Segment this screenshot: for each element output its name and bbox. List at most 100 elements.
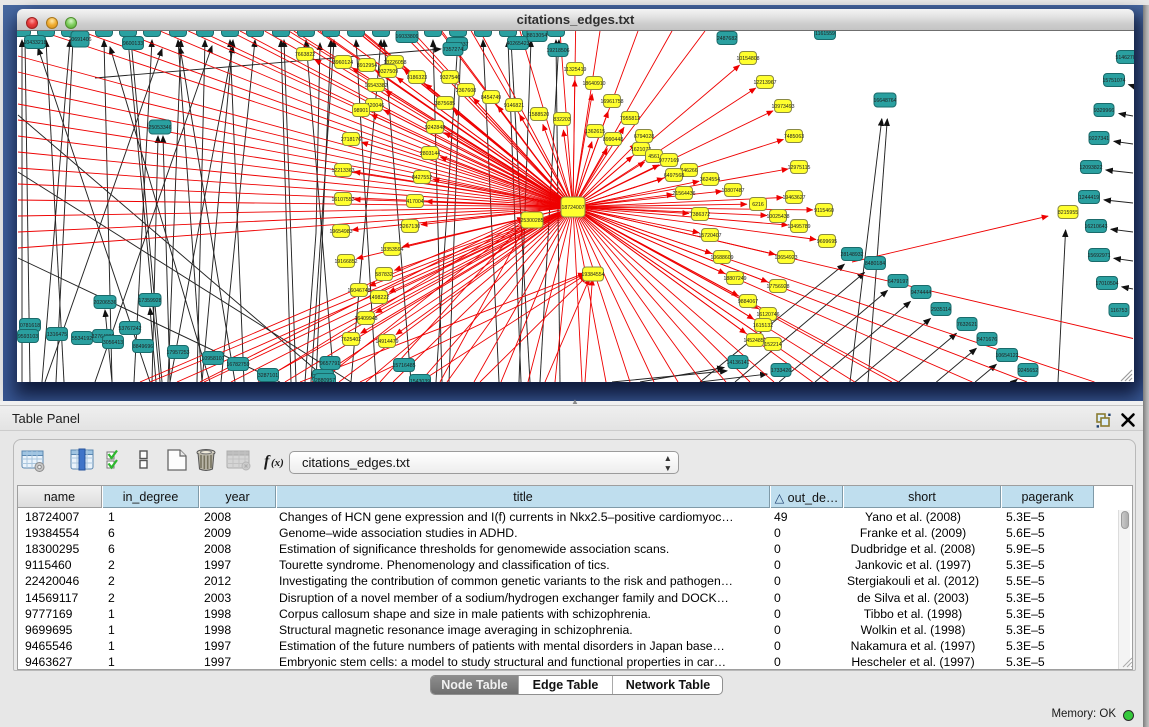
svg-text:8427552: 8427552 <box>412 175 432 181</box>
svg-text:16107552: 16107552 <box>331 197 354 203</box>
svg-text:11325419: 11325419 <box>564 67 587 73</box>
svg-text:19384554: 19384554 <box>581 272 604 278</box>
svg-text:832203: 832203 <box>553 117 570 123</box>
svg-text:9327509: 9327509 <box>378 69 398 75</box>
svg-text:16648764: 16648764 <box>873 98 896 104</box>
svg-text:9600133: 9600133 <box>123 41 143 47</box>
svg-text:19218506: 19218506 <box>546 48 569 54</box>
svg-text:16961758: 16961758 <box>600 99 623 105</box>
svg-text:8813054: 8813054 <box>527 33 547 39</box>
svg-text:8186323: 8186323 <box>407 75 427 81</box>
svg-text:25053346: 25053346 <box>148 125 171 131</box>
svg-text:15716485: 15716485 <box>392 363 415 369</box>
svg-text:3267130: 3267130 <box>400 224 420 230</box>
svg-text:6479197: 6479197 <box>888 279 908 285</box>
svg-text:14914479: 14914479 <box>375 339 398 345</box>
svg-text:0781618: 0781618 <box>20 323 40 329</box>
svg-text:9245652: 9245652 <box>1018 368 1038 374</box>
svg-text:7632621: 7632621 <box>957 322 977 328</box>
svg-text:17010504: 17010504 <box>1095 281 1118 287</box>
svg-text:7663822: 7663822 <box>295 52 315 58</box>
svg-text:9227341: 9227341 <box>1089 136 1109 142</box>
svg-text:2935114: 2935114 <box>931 307 951 313</box>
svg-text:7955812: 7955812 <box>620 116 640 122</box>
svg-text:10688609: 10688609 <box>710 255 733 261</box>
svg-text:2367608: 2367608 <box>456 88 476 94</box>
svg-text:10433218: 10433218 <box>23 40 46 46</box>
svg-text:9327546: 9327546 <box>440 75 460 81</box>
svg-text:9657791: 9657791 <box>320 361 340 367</box>
svg-text:19166852: 19166852 <box>334 259 357 265</box>
svg-text:2803144: 2803144 <box>420 151 440 157</box>
svg-text:7386372: 7386372 <box>690 212 710 218</box>
svg-text:10025438: 10025438 <box>766 214 789 220</box>
svg-text:9593103: 9593103 <box>18 334 38 340</box>
svg-text:6794028: 6794028 <box>634 134 654 140</box>
svg-text:(x): (x) <box>271 457 284 469</box>
svg-text:8215955: 8215955 <box>1058 210 1078 216</box>
svg-text:16782759: 16782759 <box>226 362 249 368</box>
svg-text:10654122: 10654122 <box>995 353 1018 359</box>
svg-text:16120746: 16120746 <box>756 312 779 318</box>
svg-text:9474444: 9474444 <box>911 290 931 296</box>
svg-text:7357274: 7357274 <box>443 47 463 53</box>
svg-text:8849696: 8849696 <box>133 344 153 350</box>
svg-text:9146821: 9146821 <box>504 103 524 109</box>
svg-text:6216: 6216 <box>752 202 764 208</box>
svg-text:51462704: 51462704 <box>1115 55 1134 61</box>
svg-text:1161559: 1161559 <box>815 31 835 37</box>
svg-text:1615132: 1615132 <box>753 323 773 329</box>
svg-text:9777169: 9777169 <box>659 158 679 164</box>
svg-text:12093822: 12093822 <box>1079 165 1102 171</box>
svg-text:15692971: 15692971 <box>1087 253 1110 259</box>
svg-text:17957253: 17957253 <box>166 350 189 356</box>
svg-text:587832: 587832 <box>375 272 392 278</box>
svg-text:13353594: 13353594 <box>380 247 403 253</box>
svg-text:116753: 116753 <box>1111 308 1128 314</box>
svg-text:8471676: 8471676 <box>977 337 997 343</box>
svg-text:16543382: 16543382 <box>364 83 387 89</box>
svg-text:19654983: 19654983 <box>329 229 352 235</box>
svg-text:8960124: 8960124 <box>333 60 353 66</box>
svg-text:8912954: 8912954 <box>357 63 377 69</box>
svg-text:21564436: 21564436 <box>672 191 695 197</box>
svg-text:12213967: 12213967 <box>753 80 776 86</box>
svg-text:16409948: 16409948 <box>354 316 377 322</box>
svg-text:20691406: 20691406 <box>68 37 91 43</box>
svg-text:18724007: 18724007 <box>561 205 584 211</box>
svg-text:417004: 417004 <box>406 199 423 205</box>
svg-text:10958107: 10958107 <box>201 356 224 362</box>
svg-text:9329966: 9329966 <box>1094 108 1114 114</box>
svg-text:1498222: 1498222 <box>369 295 389 301</box>
svg-text:6497568: 6497568 <box>664 173 684 179</box>
svg-text:8990448: 8990448 <box>603 137 623 143</box>
svg-text:13495789: 13495789 <box>787 224 810 230</box>
svg-text:9884067: 9884067 <box>738 299 758 305</box>
svg-text:1362615: 1362615 <box>585 129 605 135</box>
svg-text:8454749: 8454749 <box>481 95 501 101</box>
svg-text:12975115: 12975115 <box>788 165 811 171</box>
svg-text:2718176: 2718176 <box>341 137 361 143</box>
svg-text:18807249: 18807249 <box>723 276 746 282</box>
svg-text:10973493: 10973493 <box>771 104 794 110</box>
svg-text:10807487: 10807487 <box>721 188 744 194</box>
svg-text:19463627: 19463627 <box>782 195 805 201</box>
svg-text:16046748: 16046748 <box>347 288 370 294</box>
svg-text:3056413: 3056413 <box>103 340 123 346</box>
svg-text:2487682: 2487682 <box>717 36 737 42</box>
svg-text:1316475: 1316475 <box>47 332 67 338</box>
svg-text:14524851: 14524851 <box>743 338 766 344</box>
svg-text:7485063: 7485063 <box>784 134 804 140</box>
svg-text:18640910: 18640910 <box>582 81 605 87</box>
svg-text:16210643: 16210643 <box>1084 224 1107 230</box>
svg-text:10154808: 10154808 <box>736 56 759 62</box>
svg-text:16033809: 16033809 <box>395 34 418 40</box>
svg-text:9115460: 9115460 <box>814 208 834 214</box>
svg-text:f: f <box>264 453 271 470</box>
svg-text:17756928: 17756928 <box>766 284 789 290</box>
svg-text:1733426: 1733426 <box>771 368 791 374</box>
svg-text:98901: 98901 <box>354 108 369 114</box>
svg-text:9242848: 9242848 <box>425 125 445 131</box>
svg-text:15720407: 15720407 <box>698 233 721 239</box>
svg-text:8480184: 8480184 <box>865 261 885 267</box>
